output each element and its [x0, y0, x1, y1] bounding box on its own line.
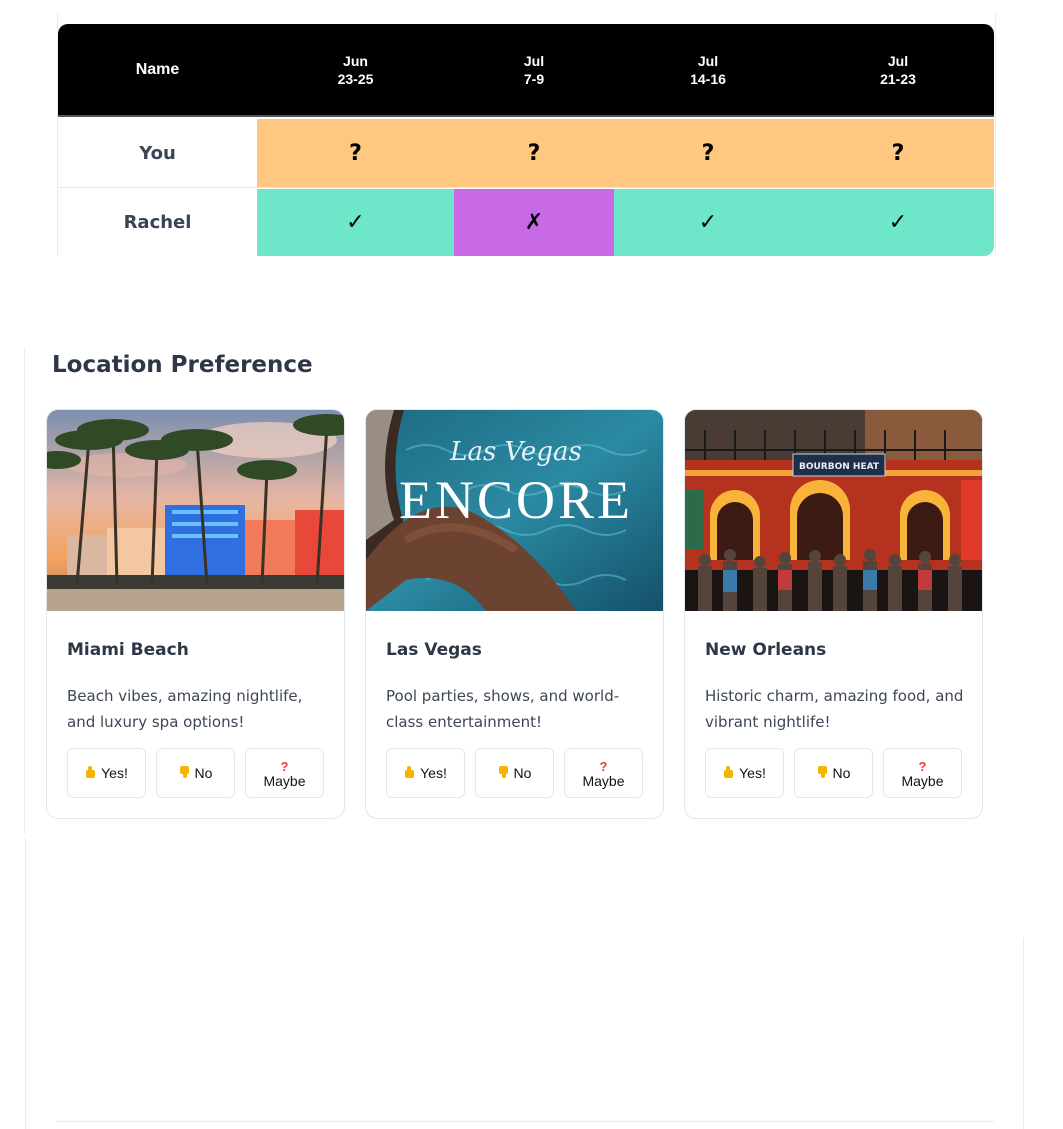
- header-date-3: Jul 14-16: [614, 24, 802, 115]
- date-month: Jul: [523, 52, 545, 69]
- yes-button[interactable]: Yes!: [386, 748, 465, 798]
- question-mark-icon: ?: [918, 759, 927, 774]
- date-days: 14-16: [690, 70, 726, 87]
- header-date-2: Jul 7-9: [454, 24, 614, 115]
- maybe-label: Maybe: [582, 773, 625, 789]
- availability-cell[interactable]: ?: [802, 119, 994, 187]
- availability-cell: ✓: [257, 189, 454, 256]
- date-month: Jul: [697, 52, 719, 69]
- availability-cell[interactable]: ?: [454, 119, 614, 187]
- miami-beach-photo: [47, 410, 344, 611]
- las-vegas-encore-photo: Las Vegas ENCORE: [366, 410, 663, 611]
- vote-buttons: Yes! No ? Maybe: [386, 748, 643, 798]
- table-row: You ? ? ? ?: [58, 119, 994, 188]
- header-name: Name: [135, 60, 180, 78]
- table-header-row: Name Jun 23-25 Jul 7-9 Jul 14-16 Jul 21-…: [58, 24, 994, 117]
- yes-label: Yes!: [420, 765, 447, 781]
- location-description: Historic charm, amazing food, and vibran…: [705, 687, 964, 731]
- availability-table: Name Jun 23-25 Jul 7-9 Jul 14-16 Jul 21-…: [58, 24, 994, 256]
- no-label: No: [194, 765, 213, 781]
- location-description: Beach vibes, amazing nightlife, and luxu…: [67, 687, 303, 731]
- header-date-1: Jun 23-25: [257, 24, 454, 115]
- location-name: Miami Beach: [67, 640, 189, 660]
- location-card-new-orleans: BOURBON HEAT New Orleans Historic charm,…: [684, 409, 983, 819]
- no-button[interactable]: No: [475, 748, 554, 798]
- image-sign-text: BOURBON HEAT: [799, 462, 880, 472]
- new-orleans-bourbon-street-photo: BOURBON HEAT: [685, 410, 982, 611]
- maybe-label: Maybe: [263, 773, 306, 789]
- row-name: Rachel: [58, 189, 257, 256]
- image-main-text: ENCORE: [399, 470, 633, 530]
- date-month: Jul: [887, 52, 909, 69]
- question-mark-icon: ?: [599, 759, 608, 774]
- date-days: 23-25: [337, 70, 374, 87]
- location-name: New Orleans: [705, 640, 827, 660]
- no-label: No: [513, 765, 532, 781]
- vote-buttons: Yes! No ? Maybe: [705, 748, 962, 798]
- table-row: Rachel ✓ ✗ ✓ ✓: [58, 189, 994, 256]
- thumbs-down-icon: [179, 766, 190, 781]
- maybe-button[interactable]: ? Maybe: [883, 748, 962, 798]
- maybe-button[interactable]: ? Maybe: [245, 748, 324, 798]
- question-mark-icon: ?: [280, 759, 289, 774]
- no-button[interactable]: No: [156, 748, 235, 798]
- yes-button[interactable]: Yes!: [705, 748, 784, 798]
- date-days: 21-23: [880, 70, 916, 87]
- vote-buttons: Yes! No ? Maybe: [67, 748, 324, 798]
- yes-label: Yes!: [739, 765, 766, 781]
- date-days: 7-9: [523, 70, 545, 87]
- location-card-las-vegas: Las Vegas ENCORE Las Vegas Pool parties,…: [365, 409, 664, 819]
- location-description: Pool parties, shows, and world-class ent…: [386, 687, 620, 731]
- yes-label: Yes!: [101, 765, 128, 781]
- image-script-text: Las Vegas: [449, 437, 582, 467]
- header-date-4: Jul 21-23: [802, 24, 994, 115]
- location-name: Las Vegas: [386, 640, 482, 660]
- date-month: Jun: [343, 52, 368, 69]
- availability-cell[interactable]: ?: [257, 119, 454, 187]
- row-name: You: [58, 119, 257, 187]
- thumbs-up-icon: [85, 765, 96, 781]
- location-card-miami: Miami Beach Beach vibes, amazing nightli…: [46, 409, 345, 819]
- section-title: Location Preference: [52, 352, 313, 378]
- maybe-button[interactable]: ? Maybe: [564, 748, 643, 798]
- thumbs-down-icon: [817, 766, 828, 781]
- thumbs-up-icon: [404, 765, 415, 781]
- availability-cell: ✓: [614, 189, 802, 256]
- no-label: No: [832, 765, 851, 781]
- thumbs-down-icon: [498, 766, 509, 781]
- thumbs-up-icon: [723, 765, 734, 781]
- availability-cell[interactable]: ?: [614, 119, 802, 187]
- maybe-label: Maybe: [901, 773, 944, 789]
- no-button[interactable]: No: [794, 748, 873, 798]
- availability-cell: ✗: [454, 189, 614, 256]
- availability-cell: ✓: [802, 189, 994, 256]
- yes-button[interactable]: Yes!: [67, 748, 146, 798]
